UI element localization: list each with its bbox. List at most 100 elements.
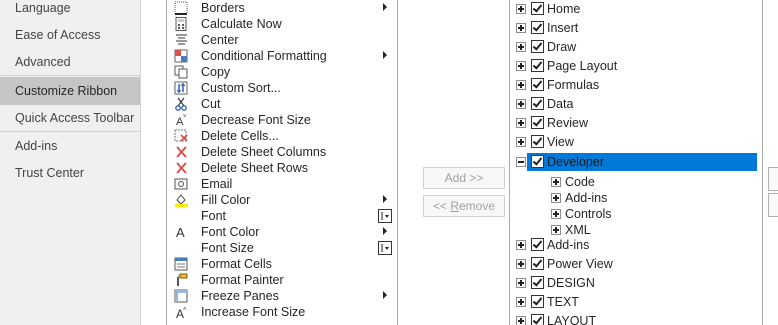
nav-divider [0, 75, 140, 76]
remove-label-suffix: emove [459, 199, 496, 213]
conditional-formatting-icon [174, 49, 188, 63]
nav-item-advanced[interactable]: Advanced [0, 48, 140, 76]
submenu-arrow-icon [383, 3, 387, 11]
checkbox-checked-icon[interactable] [531, 97, 544, 110]
expand-plus-icon[interactable] [516, 4, 526, 14]
command-item[interactable]: Calculate Now [167, 16, 397, 32]
svg-text:˅: ˅ [183, 114, 187, 120]
command-label: Fill Color [201, 193, 251, 207]
nav-item-customize-ribbon[interactable]: Customize Ribbon [0, 77, 140, 105]
command-label: Cut [201, 97, 221, 111]
command-item[interactable]: Cut [167, 96, 397, 112]
submenu-arrow-icon [383, 291, 387, 299]
expand-plus-icon[interactable] [516, 118, 526, 128]
increase-font-icon: A˄ [176, 307, 187, 319]
expand-plus-icon[interactable] [551, 193, 561, 203]
font-box-icon [378, 209, 392, 223]
svg-text:A: A [176, 225, 185, 239]
command-item[interactable]: Center [167, 32, 397, 48]
checkbox-checked-icon[interactable] [531, 155, 544, 168]
ribbon-tabs-tree[interactable]: Home Insert Draw Page Layout Formulas Da… [509, 0, 763, 325]
checkbox-checked-icon[interactable] [531, 238, 544, 251]
tree-item-label: Power View [547, 257, 613, 271]
command-label: Freeze Panes [201, 289, 279, 303]
command-label: Format Painter [201, 273, 284, 287]
expand-plus-icon[interactable] [516, 316, 526, 325]
command-label: Delete Cells... [201, 129, 279, 143]
expand-plus-icon[interactable] [516, 61, 526, 71]
nav-item-add-ins[interactable]: Add-ins [0, 132, 140, 160]
add-button[interactable]: Add >> [423, 167, 505, 189]
command-item[interactable]: Delete Cells... [167, 128, 397, 144]
expand-plus-icon[interactable] [551, 209, 561, 219]
expand-plus-icon[interactable] [551, 177, 561, 187]
expand-plus-icon[interactable] [516, 137, 526, 147]
expand-plus-icon[interactable] [516, 80, 526, 90]
checkbox-checked-icon[interactable] [531, 21, 544, 34]
checkbox-checked-icon[interactable] [531, 40, 544, 53]
command-label: Decrease Font Size [201, 113, 311, 127]
move-up-button[interactable] [768, 167, 778, 191]
command-item[interactable]: Fill Color [167, 192, 397, 208]
tree-item-label: TEXT [547, 295, 579, 309]
command-item[interactable]: A Font Color [167, 224, 397, 240]
expand-plus-icon[interactable] [551, 225, 561, 235]
command-label: Delete Sheet Rows [201, 161, 309, 175]
font-size-box-icon [378, 241, 392, 255]
command-label: Calculate Now [201, 17, 282, 31]
checkbox-checked-icon[interactable] [531, 257, 544, 270]
tree-item-label: Data [547, 97, 574, 111]
svg-text:˄: ˄ [183, 307, 187, 313]
tree-item-label: DESIGN [547, 276, 595, 290]
checkbox-checked-icon[interactable] [531, 295, 544, 308]
nav-item-ease-of-access[interactable]: Ease of Access [0, 21, 140, 49]
checkbox-checked-icon[interactable] [531, 116, 544, 129]
command-item[interactable]: Conditional Formatting [167, 48, 397, 64]
calculator-icon [175, 17, 187, 31]
expand-plus-icon[interactable] [516, 42, 526, 52]
checkbox-checked-icon[interactable] [531, 2, 544, 15]
checkbox-checked-icon[interactable] [531, 135, 544, 148]
center-align-icon [176, 34, 187, 45]
command-item[interactable]: Copy [167, 64, 397, 80]
command-item[interactable]: A ˅ Decrease Font Size [167, 112, 397, 128]
expand-plus-icon[interactable] [516, 23, 526, 33]
command-label: Increase Font Size [201, 305, 306, 319]
collapse-minus-icon[interactable] [516, 157, 526, 167]
checkbox-checked-icon[interactable] [531, 78, 544, 91]
command-item[interactable]: Custom Sort... [167, 80, 397, 96]
command-item[interactable]: Format Painter [167, 272, 397, 288]
format-cells-icon [174, 257, 188, 271]
command-label: Conditional Formatting [201, 49, 327, 63]
nav-item-trust-center[interactable]: Trust Center [0, 159, 140, 187]
expand-plus-icon[interactable] [516, 99, 526, 109]
command-item[interactable]: Borders [167, 0, 397, 16]
move-down-button[interactable] [768, 193, 778, 217]
email-icon [174, 178, 188, 190]
command-item[interactable]: Email [167, 176, 397, 192]
remove-button[interactable]: << Remove [423, 195, 505, 217]
nav-item-quick-access-toolbar[interactable]: Quick Access Toolbar [0, 104, 140, 132]
expand-plus-icon[interactable] [516, 278, 526, 288]
checkbox-checked-icon[interactable] [531, 314, 544, 325]
expand-plus-icon[interactable] [516, 259, 526, 269]
checkbox-checked-icon[interactable] [531, 59, 544, 72]
command-label: Delete Sheet Columns [201, 145, 327, 159]
copy-icon [174, 65, 188, 79]
command-item[interactable]: A ˄ Increase Font Size [167, 304, 397, 320]
expand-plus-icon[interactable] [516, 297, 526, 307]
nav-item-language[interactable]: Language [0, 0, 140, 22]
command-label: Format Cells [201, 257, 272, 271]
command-item[interactable]: Freeze Panes [167, 288, 397, 304]
tree-item-label: Review [547, 116, 588, 130]
command-item[interactable]: Format Cells [167, 256, 397, 272]
freeze-panes-icon [174, 289, 188, 303]
submenu-arrow-icon [383, 51, 387, 59]
commands-list[interactable]: Borders Calculate Now Center Conditional… [166, 0, 398, 325]
command-item[interactable]: Delete Sheet Columns [167, 144, 397, 160]
command-item[interactable]: Font Size [167, 240, 397, 256]
command-item[interactable]: Font [167, 208, 397, 224]
command-item[interactable]: Delete Sheet Rows [167, 160, 397, 176]
checkbox-checked-icon[interactable] [531, 276, 544, 289]
expand-plus-icon[interactable] [516, 240, 526, 250]
